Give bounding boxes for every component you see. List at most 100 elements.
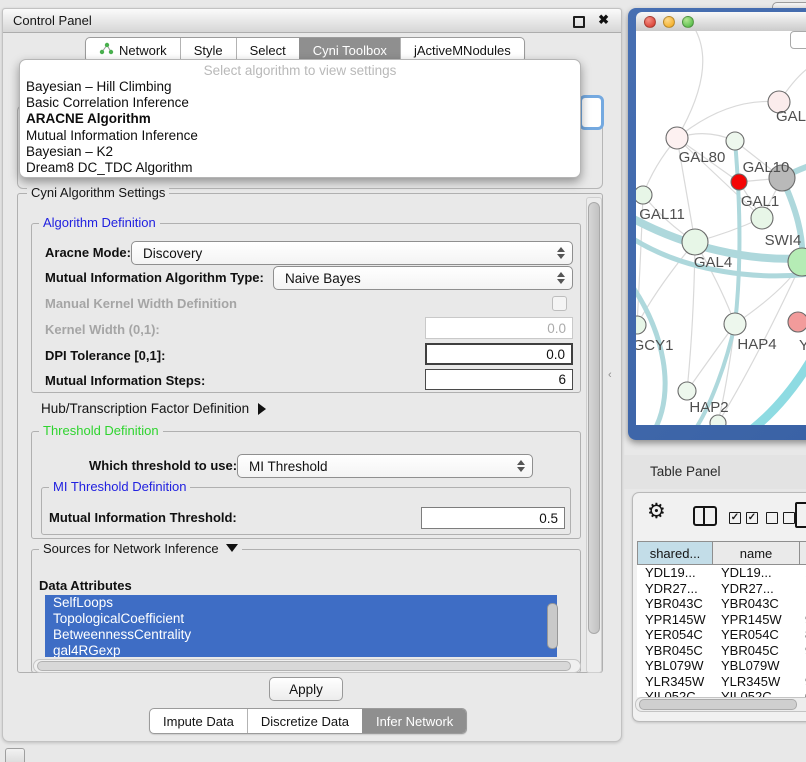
dropdown-option-dream8-dc-tdc-algorithm[interactable]: Dream8 DC_TDC Algorithm [20,160,580,176]
column-header-name[interactable]: name [713,541,800,565]
attribute-item-selfloops[interactable]: SelfLoops [45,595,557,611]
stepper-icon [517,460,525,472]
dropdown-option-bayesian-k2[interactable]: Bayesian – K2 [20,144,580,160]
column-header-partial[interactable] [800,541,806,565]
table-row[interactable]: YBR043CYBR043C [637,596,806,612]
table-row[interactable]: YIL052CYIL052C0 [637,689,806,697]
settings-vertical-scrollbar[interactable] [586,197,602,673]
close-traffic-light[interactable] [644,16,656,28]
dropdown-option-mutual-information-inference[interactable]: Mutual Information Inference [20,128,580,144]
node-gal1[interactable] [751,207,773,229]
settings-scrollbar-thumb[interactable] [588,202,600,634]
node-label-gal80: GAL80 [679,149,726,166]
node-label-swi4: SWI4 [765,232,802,249]
stepper-icon [557,272,565,284]
minimize-traffic-light[interactable] [663,16,675,28]
table-row[interactable]: YBR045CYBR045C9. [637,643,806,659]
node-hap2[interactable] [678,382,696,400]
dpi-tolerance-input[interactable]: 0.0 [425,343,573,365]
aracne-mode-select[interactable]: Discovery [131,241,573,265]
checkbox-empty-icon[interactable] [766,512,778,524]
tab-impute-data[interactable]: Impute Data [150,709,247,733]
node-bottom[interactable] [710,415,726,425]
attribute-item-gal4rgexp[interactable]: gal4RGexp [45,643,557,657]
node-green-top[interactable] [726,132,744,150]
attribute-item-betweennesscentrality[interactable]: BetweennessCentrality [45,627,557,643]
node-salmon[interactable] [788,312,806,332]
node-gal4[interactable] [682,229,708,255]
close-icon[interactable]: ✖ [598,12,609,28]
table-row[interactable]: YER054CYER054C8. [637,627,806,643]
network-edge[interactable] [735,141,740,324]
sources-group-title[interactable]: Sources for Network Inference [39,542,242,556]
mi-threshold-input[interactable]: 0.5 [421,507,565,529]
dropdown-option-basic-correlation-inference[interactable]: Basic Correlation Inference [20,95,580,111]
table-cell: YER054C [645,627,703,643]
tab-label: Impute Data [163,714,234,729]
desktop: Control Panel ✖ NetworkStyleSelectCyni T… [0,0,806,762]
network-canvas[interactable]: GALGAL80GAL10GAL1GAL11SWI4GAL4GCY1HAP4YH… [636,31,806,425]
dropdown-option-bayesian-hill-climbing[interactable]: Bayesian – Hill Climbing [20,79,580,95]
node-label-hap2: HAP2 [689,399,728,416]
table-cell: YDR27... [721,581,774,597]
cyni-mode-tabbar: Impute Data Discretize DataInfer Network [149,708,467,734]
manual-kernel-width-checkbox[interactable] [552,296,567,311]
table-row[interactable]: YBL079WYBL079W [637,658,806,674]
table-row[interactable]: YPR145WYPR145W9. [637,612,806,628]
table-cell: YBR043C [721,596,779,612]
table-hscroll-thumb[interactable] [639,699,797,710]
control-panel-window: Control Panel ✖ NetworkStyleSelectCyni T… [2,8,622,742]
network-window-titlebar[interactable] [636,12,806,32]
table-row[interactable]: YLR345WYLR345W9. [637,674,806,690]
settings-horizontal-scrollbar[interactable] [33,659,581,673]
sources-title-text: Sources for Network Inference [43,541,219,556]
attribute-item-topologicalcoefficient[interactable]: TopologicalCoefficient [45,611,557,627]
table-row[interactable]: YDL19...YDL19...13 [637,565,806,581]
canvas-corner-widget[interactable] [790,31,806,49]
node-hap4[interactable] [724,313,746,335]
table-horizontal-scrollbar[interactable] [635,697,806,712]
which-threshold-select[interactable]: MI Threshold [237,454,533,478]
node-swi4[interactable] [788,248,806,276]
float-window-icon[interactable] [573,16,585,28]
network-edge[interactable] [636,283,665,425]
table-row[interactable]: YDR27...YDR27...12 [637,581,806,597]
control-panel-titlebar[interactable]: Control Panel ✖ [3,9,621,33]
gear-icon[interactable]: ⚙ [647,499,666,523]
node-gal80[interactable] [666,127,688,149]
node-label-gal10: GAL10 [743,159,790,176]
algorithm-combobox-focus-fragment[interactable] [579,95,604,130]
manual-kernel-width-label: Manual Kernel Width Definition [45,296,237,312]
document-icon[interactable] [795,502,806,528]
data-attributes-list[interactable]: SelfLoopsTopologicalCoefficientBetweenne… [45,595,557,657]
network-view-window[interactable]: GALGAL80GAL10GAL1GAL11SWI4GAL4GCY1HAP4YH… [628,8,806,440]
zoom-traffic-light[interactable] [682,16,694,28]
hub-tf-expander[interactable]: Hub/Transcription Factor Definition [41,401,266,417]
checkbox-checked-icon[interactable]: ✓ [746,512,758,524]
attributes-list-scrollbar-thumb[interactable] [547,603,558,649]
tab-discretize-data[interactable]: Discretize Data [247,709,362,733]
network-graph[interactable]: GALGAL80GAL10GAL1GAL11SWI4GAL4GCY1HAP4YH… [636,31,806,425]
dropdown-prompt: Select algorithm to view settings [20,63,580,79]
tab-infer-network[interactable]: Infer Network [362,709,466,733]
column-header-shared[interactable]: shared... [637,541,713,565]
columns-icon[interactable] [693,506,717,526]
mi-steps-input[interactable]: 6 [425,369,573,390]
panel-resize-handle[interactable]: ‹ [608,369,612,381]
hscroll-thumb[interactable] [37,661,571,671]
table-cell: YLR345W [645,674,704,690]
node-gcy1[interactable] [636,316,646,334]
table-header-row: shared...name [637,541,806,565]
mi-algorithm-type-select[interactable]: Naive Bayes [273,266,573,290]
node-gal11[interactable] [636,186,652,204]
network-edge[interactable] [750,355,806,425]
dropdown-option-aracne-algorithm[interactable]: ARACNE Algorithm [20,111,580,127]
checkbox-empty-icon[interactable] [783,512,795,524]
node-red[interactable] [731,174,747,190]
dock-mini-icon[interactable] [5,748,25,762]
table-cell: YDL19... [645,565,696,581]
kernel-width-input[interactable]: 0.0 [425,317,573,339]
apply-button[interactable]: Apply [269,677,343,701]
checkbox-checked-icon[interactable]: ✓ [729,512,741,524]
node-label-gal1: GAL1 [741,193,779,210]
